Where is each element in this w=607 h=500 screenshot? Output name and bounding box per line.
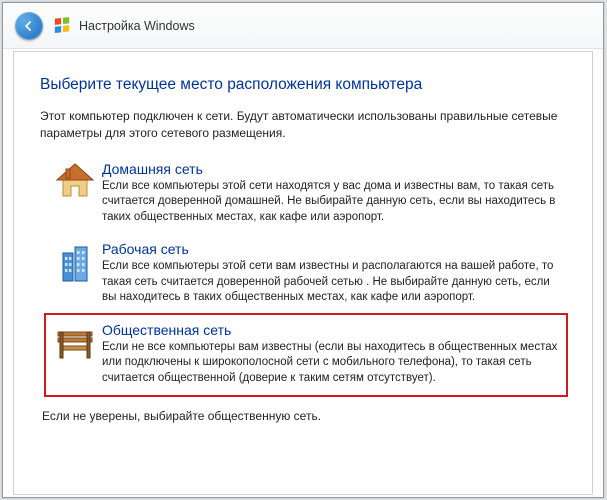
option-body: Домашняя сеть Если все компьютеры этой с… — [98, 161, 560, 226]
option-desc: Если все компьютеры этой сети находятся … — [102, 179, 560, 226]
option-body: Рабочая сеть Если все компьютеры этой се… — [98, 241, 560, 306]
option-public-network[interactable]: Общественная сеть Если не все компьютеры… — [44, 313, 568, 398]
option-title: Рабочая сеть — [102, 241, 560, 257]
house-icon — [52, 161, 98, 226]
option-home-network[interactable]: Домашняя сеть Если все компьютеры этой с… — [46, 154, 566, 235]
titlebar-label: Настройка Windows — [79, 19, 195, 33]
arrow-left-icon — [22, 19, 36, 33]
wizard-window: Настройка Windows Выберите текущее место… — [2, 2, 604, 498]
back-button[interactable] — [15, 12, 43, 40]
option-desc: Если все компьютеры этой сети вам извест… — [102, 259, 560, 306]
option-title: Общественная сеть — [102, 322, 560, 338]
windows-flag-icon — [53, 17, 71, 35]
option-work-network[interactable]: Рабочая сеть Если все компьютеры этой се… — [46, 234, 566, 315]
footer-hint: Если не уверены, выбирайте общественную … — [40, 409, 566, 423]
content-area: Выберите текущее место расположения комп… — [13, 51, 593, 495]
titlebar: Настройка Windows — [3, 3, 603, 49]
network-options: Домашняя сеть Если все компьютеры этой с… — [40, 154, 566, 398]
page-heading: Выберите текущее место расположения комп… — [40, 76, 566, 94]
bench-icon — [52, 322, 98, 387]
option-title: Домашняя сеть — [102, 161, 560, 177]
option-desc: Если не все компьютеры вам известны (есл… — [102, 340, 560, 387]
option-body: Общественная сеть Если не все компьютеры… — [98, 322, 560, 387]
building-icon — [52, 241, 98, 306]
intro-text: Этот компьютер подключен к сети. Будут а… — [40, 108, 566, 142]
